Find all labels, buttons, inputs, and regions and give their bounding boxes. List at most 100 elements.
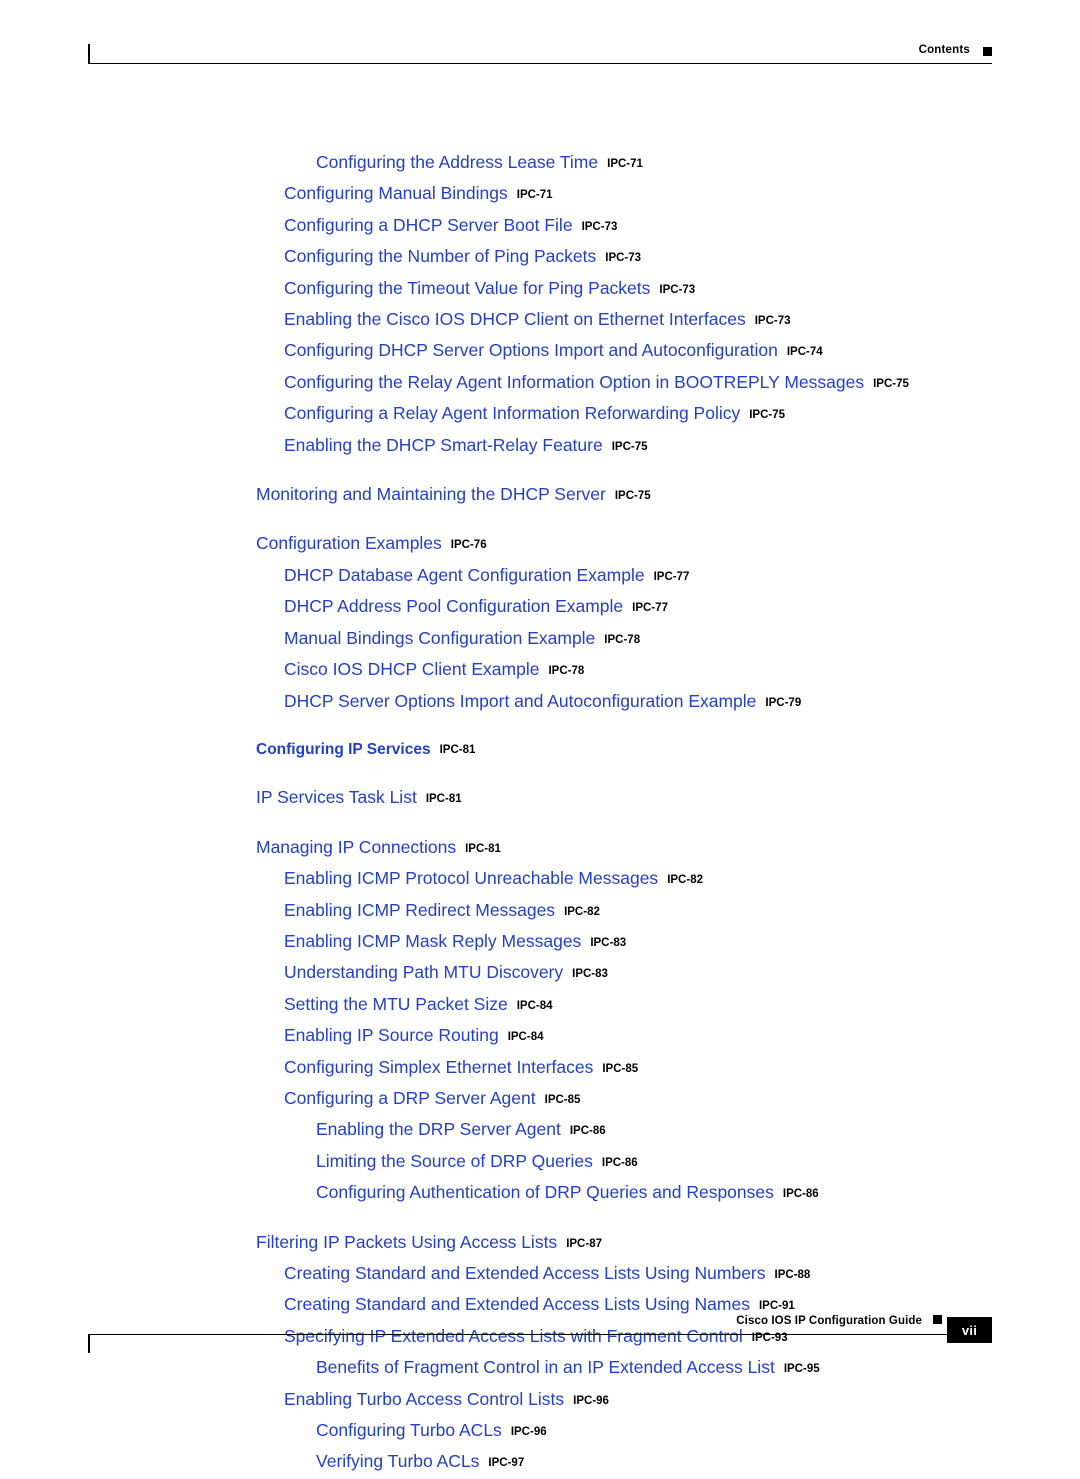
toc-entry-title: Understanding Path MTU Discovery	[284, 962, 564, 983]
toc-entry[interactable]: Configuring a DRP Server Agent IPC-85	[0, 1084, 1080, 1115]
toc-entry[interactable]: Enabling the Cisco IOS DHCP Client on Et…	[0, 305, 1080, 336]
toc-entry[interactable]: Creating Standard and Extended Access Li…	[0, 1259, 1080, 1290]
toc-entry[interactable]: Configuring Turbo ACLs IPC-96	[0, 1416, 1080, 1447]
toc-entry[interactable]: Enabling the DRP Server Agent IPC-86	[0, 1115, 1080, 1146]
footer-square-marker	[933, 1315, 942, 1324]
toc-entry-page: IPC-78	[604, 633, 641, 646]
toc-entry-page: IPC-73	[581, 220, 618, 233]
toc-entry-title: Verifying Turbo ACLs	[316, 1451, 480, 1472]
header-square-marker	[983, 47, 992, 56]
toc-entry-page: IPC-87	[566, 1237, 602, 1250]
toc-entry-title: Creating Standard and Extended Access Li…	[284, 1263, 766, 1283]
toc-entry-title: Configuring the Timeout Value for Ping P…	[284, 277, 651, 298]
toc-entry[interactable]: Configuring Manual Bindings IPC-71	[0, 179, 1080, 210]
toc-entry-title: Enabling IP Source Routing	[284, 1025, 499, 1046]
toc-entry[interactable]: Configuring the Relay Agent Information …	[0, 368, 1080, 399]
header-label: Contents	[918, 44, 970, 56]
toc-entry-page: IPC-97	[488, 1457, 525, 1470]
toc-entry[interactable]: Configuring a DHCP Server Boot File IPC-7…	[0, 211, 1080, 242]
toc-entry[interactable]: Enabling IP Source Routing IPC-84	[0, 1021, 1080, 1052]
toc-entry[interactable]: Monitoring and Maintaining the DHCP Serv…	[0, 480, 1080, 511]
toc-entry[interactable]: Configuring the Number of Ping Packets IP…	[0, 242, 1080, 273]
toc-entry[interactable]: Configuring the Timeout Value for Ping P…	[0, 274, 1080, 305]
toc-entry-title: Enabling ICMP Mask Reply Messages	[284, 930, 582, 951]
toc-entry[interactable]: IP Services Task List IPC-81	[0, 783, 1080, 814]
toc-entry-title: Managing IP Connections	[256, 836, 457, 857]
toc-entry-title: Monitoring and Maintaining the DHCP Serv…	[256, 484, 606, 505]
toc-entry[interactable]: Configuration Examples IPC-76	[0, 529, 1080, 560]
toc-entry[interactable]: Enabling the DHCP Smart-Relay Feature IPC…	[0, 431, 1080, 462]
toc-entry-page: IPC-75	[614, 490, 651, 503]
toc-entry-page: IPC-86	[569, 1125, 606, 1138]
toc-entry-title: Setting the MTU Packet Size	[284, 993, 508, 1014]
page-number-badge: vii	[947, 1317, 992, 1343]
toc-entry-page: IPC-88	[774, 1269, 811, 1281]
toc-entry-page: IPC-95	[783, 1363, 820, 1376]
toc-entry-title: Configuring a Relay Agent Information Re…	[284, 403, 741, 424]
toc-entry[interactable]: Configuring DHCP Server Options Import a…	[0, 336, 1080, 367]
toc-entry-title: DHCP Address Pool Configuration Example	[284, 596, 624, 617]
toc-entry[interactable]: Setting the MTU Packet Size IPC-84	[0, 990, 1080, 1021]
footer-document-title: Cisco IOS IP Configuration Guide	[736, 1315, 922, 1327]
toc-entry-title: DHCP Server Options Import and Autoconfi…	[284, 690, 757, 711]
toc-entry[interactable]: Manual Bindings Configuration Example IPC…	[0, 624, 1080, 655]
toc-entry[interactable]: Configuring a Relay Agent Information Re…	[0, 399, 1080, 430]
toc-entry-title: Configuration Examples	[256, 533, 442, 554]
toc-entry-page: IPC-86	[782, 1188, 819, 1201]
toc-entry[interactable]: Benefits of Fragment Control in an IP Ex…	[0, 1353, 1080, 1384]
toc-entry-title: Configuring a DRP Server Agent	[284, 1087, 536, 1108]
toc-entry-page: IPC-71	[516, 189, 553, 202]
toc-entry-page: IPC-79	[765, 696, 802, 709]
toc-entry-page: IPC-73	[754, 315, 791, 328]
toc-entry-page: IPC-84	[507, 1031, 544, 1044]
toc-entry[interactable]: DHCP Database Agent Configuration Exampl…	[0, 561, 1080, 592]
toc-entry-title: Enabling ICMP Protocol Unreachable Messa…	[284, 868, 659, 889]
toc-entry-page: IPC-75	[873, 377, 909, 390]
toc-entry-page: IPC-83	[572, 968, 608, 981]
toc-entry-title: Enabling ICMP Redirect Messages	[284, 899, 556, 920]
toc-entry-page: IPC-81	[425, 793, 462, 806]
toc-entry-title: Enabling Turbo Access Control Lists	[284, 1388, 565, 1409]
toc-entry[interactable]: Understanding Path MTU Discovery IPC-83	[0, 958, 1080, 989]
toc-entry[interactable]: Enabling ICMP Redirect Messages IPC-82	[0, 896, 1080, 927]
toc-entry[interactable]: Filtering IP Packets Using Access Lists I…	[0, 1228, 1080, 1259]
toc-entry[interactable]: Cisco IOS DHCP Client Example IPC-78	[0, 655, 1080, 686]
toc-entry-page: IPC-74	[786, 346, 823, 359]
footer-left-tick	[88, 1334, 90, 1353]
toc-entry-page: IPC-76	[450, 539, 487, 552]
toc-entry-page: IPC-81	[465, 842, 501, 855]
toc-entry[interactable]: DHCP Address Pool Configuration Example I…	[0, 592, 1080, 623]
toc-entry[interactable]: Configuring Authentication of DRP Querie…	[0, 1178, 1080, 1209]
toc-entry-page: IPC-85	[544, 1093, 581, 1106]
toc-entry[interactable]: Configuring Simplex Ethernet Interfaces I…	[0, 1053, 1080, 1084]
toc-entry-title: Configuring a DHCP Server Boot File	[284, 214, 573, 235]
toc-entry[interactable]: Configuring IP Services IPC-81	[0, 736, 1080, 765]
toc-entry-page: IPC-96	[510, 1426, 547, 1439]
toc-entry-page: IPC-85	[602, 1062, 639, 1075]
toc-entry-page: IPC-84	[516, 999, 553, 1012]
footer-rule	[88, 1334, 992, 1335]
toc-entry-title: Cisco IOS DHCP Client Example	[284, 659, 540, 680]
toc-entry-title: Configuring Turbo ACLs	[316, 1420, 502, 1441]
toc-entry-page: IPC-75	[749, 409, 786, 422]
toc-entry[interactable]: Limiting the Source of DRP Queries IPC-86	[0, 1147, 1080, 1178]
toc-entry-title: Limiting the Source of DRP Queries	[316, 1150, 593, 1171]
toc-entry-title: Benefits of Fragment Control in an IP Ex…	[316, 1357, 775, 1378]
toc-entry[interactable]: Verifying Turbo ACLs IPC-97	[0, 1447, 1080, 1478]
toc-entry[interactable]: Enabling Turbo Access Control Lists IPC-9…	[0, 1385, 1080, 1416]
toc-entry-page: IPC-78	[548, 665, 585, 678]
toc-entry[interactable]: Configuring the Address Lease Time IPC-71	[0, 148, 1080, 179]
toc-entry-page: IPC-86	[601, 1156, 638, 1169]
header-left-tick	[88, 44, 90, 63]
toc-entry[interactable]: Enabling ICMP Protocol Unreachable Messa…	[0, 864, 1080, 895]
toc-entry-title: Configuring the Number of Ping Packets	[284, 246, 597, 267]
toc-entry[interactable]: Enabling ICMP Mask Reply Messages IPC-83	[0, 927, 1080, 958]
page-header: Contents	[88, 44, 992, 74]
toc-entry[interactable]: Managing IP Connections IPC-81	[0, 833, 1080, 864]
toc-entry-title: Configuring IP Services	[256, 740, 431, 758]
toc-entry-page: IPC-73	[605, 252, 642, 265]
toc-entry[interactable]: DHCP Server Options Import and Autoconfi…	[0, 687, 1080, 718]
toc-entry-title: Configuring DHCP Server Options Import a…	[284, 340, 778, 361]
table-of-contents: Configuring the Address Lease Time IPC-71…	[0, 148, 1080, 1479]
toc-entry-title: Enabling the DRP Server Agent	[316, 1119, 561, 1140]
